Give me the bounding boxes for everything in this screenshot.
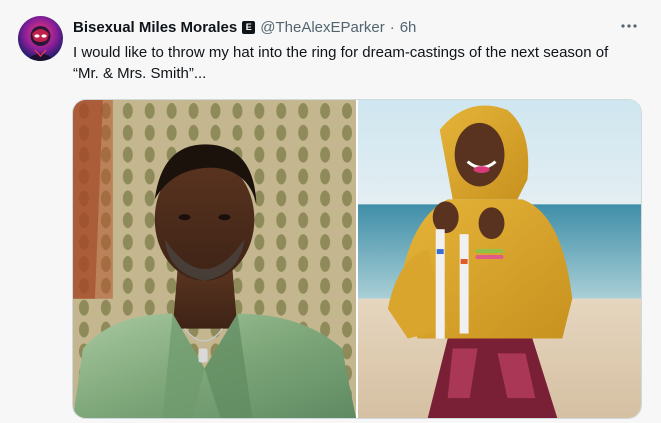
avatar[interactable] [18, 16, 63, 61]
more-horizontal-icon[interactable] [617, 14, 641, 38]
media-photo-left[interactable] [73, 100, 356, 418]
tweet-header: Bisexual Miles Morales E @TheAlexEParker… [73, 17, 416, 37]
affiliate-badge-icon: E [242, 20, 256, 34]
tweet[interactable]: Bisexual Miles Morales E @TheAlexEParker… [0, 0, 661, 423]
author-name[interactable]: Bisexual Miles Morales [73, 19, 237, 36]
separator: · [389, 18, 395, 36]
author-handle[interactable]: @TheAlexEParker [260, 19, 384, 36]
tweet-media[interactable] [72, 99, 642, 419]
timestamp[interactable]: 6h [400, 19, 417, 36]
media-photo-right[interactable] [358, 100, 641, 418]
tweet-text: I would like to throw my hat into the ri… [73, 44, 609, 82]
